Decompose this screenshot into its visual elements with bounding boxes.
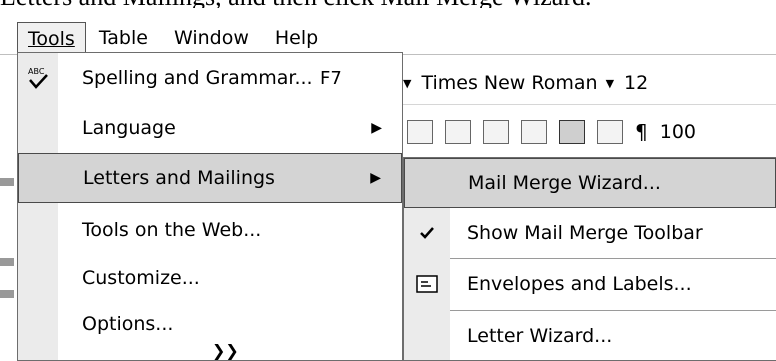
spelling-icon: ABC	[28, 67, 48, 89]
mail-merge-wizard-label: Mail Merge Wizard...	[468, 172, 661, 194]
spelling-shortcut: F7	[320, 67, 342, 89]
ruler-marker	[0, 258, 14, 266]
document-map-icon[interactable]	[597, 120, 623, 144]
ruler-strip	[0, 150, 18, 361]
menu-item-options-label: Options...	[82, 313, 174, 335]
menu-item-options[interactable]: Options...	[18, 299, 402, 349]
envelopes-and-labels-label: Envelopes and Labels...	[467, 273, 692, 295]
letters-and-mailings-submenu: Mail Merge Wizard... Show Mail Merge Too…	[403, 157, 776, 361]
menu-item-letters-label: Letters and Mailings	[83, 167, 275, 189]
menu-item-letters-and-mailings[interactable]: Letters and Mailings ▶	[18, 153, 402, 203]
menu-item-tools-on-web-label: Tools on the Web...	[82, 219, 262, 241]
submenu-arrow-icon: ▶	[371, 120, 382, 136]
menu-tools-label: Tools	[28, 28, 75, 50]
menu-item-spelling-label: Spelling and Grammar...	[82, 67, 313, 89]
menu-item-language-label: Language	[82, 117, 176, 139]
pilcrow-icon[interactable]: ¶	[635, 120, 648, 144]
menu-table[interactable]: Table	[86, 22, 161, 54]
zoom-field[interactable]: 100	[660, 121, 696, 143]
letter-wizard-label: Letter Wizard...	[467, 325, 613, 347]
submenu-item-show-mail-merge-toolbar[interactable]: Show Mail Merge Toolbar	[404, 208, 776, 258]
columns-icon[interactable]	[521, 120, 547, 144]
font-dropdown-arrow-icon[interactable]: ▼	[606, 77, 614, 90]
menu-item-tools-on-web[interactable]: Tools on the Web...	[18, 205, 402, 255]
menu-bar: Tools Table Window Help	[0, 22, 776, 55]
submenu-item-letter-wizard[interactable]: Letter Wizard...	[404, 311, 776, 361]
tools-menu: ABC Spelling and Grammar... F7 Language …	[17, 52, 403, 361]
menu-item-customize[interactable]: Customize...	[18, 253, 402, 303]
envelope-icon	[416, 275, 438, 293]
submenu-item-envelopes-and-labels[interactable]: Envelopes and Labels...	[404, 259, 776, 309]
menu-item-spelling[interactable]: ABC Spelling and Grammar... F7	[18, 53, 402, 103]
insert-table-icon[interactable]	[445, 120, 471, 144]
svg-text:ABC: ABC	[28, 67, 45, 76]
drawing-toggle-icon[interactable]	[559, 120, 585, 144]
menu-table-label: Table	[98, 27, 148, 49]
menu-tools[interactable]: Tools	[17, 22, 86, 54]
standard-toolbar: ¶ 100	[395, 106, 776, 158]
font-size-field[interactable]: 12	[624, 72, 648, 94]
ruler-marker	[0, 290, 14, 298]
insert-excel-icon[interactable]	[483, 120, 509, 144]
menu-window-label: Window	[173, 27, 249, 49]
ruler-marker	[0, 178, 14, 186]
menu-item-language[interactable]: Language ▶	[18, 103, 402, 153]
font-name-field[interactable]: Times New Roman	[421, 72, 597, 94]
checkmark-icon	[420, 227, 434, 239]
submenu-arrow-icon: ▶	[370, 170, 381, 186]
menu-item-customize-label: Customize...	[82, 267, 200, 289]
menu-help[interactable]: Help	[262, 22, 331, 54]
menu-help-label: Help	[274, 27, 319, 49]
caption-text: Letters and Mailings, and then click Mai…	[0, 0, 776, 8]
submenu-item-mail-merge-wizard[interactable]: Mail Merge Wizard...	[404, 158, 776, 208]
double-chevron-down-icon[interactable]: ❯❯	[212, 341, 239, 360]
formatting-toolbar: ▼ Times New Roman ▼ 12	[395, 62, 776, 105]
menu-window[interactable]: Window	[161, 22, 262, 54]
style-dropdown-arrow-icon[interactable]: ▼	[403, 77, 411, 90]
show-mail-merge-toolbar-label: Show Mail Merge Toolbar	[467, 222, 703, 244]
drawing-icon[interactable]	[407, 120, 433, 144]
